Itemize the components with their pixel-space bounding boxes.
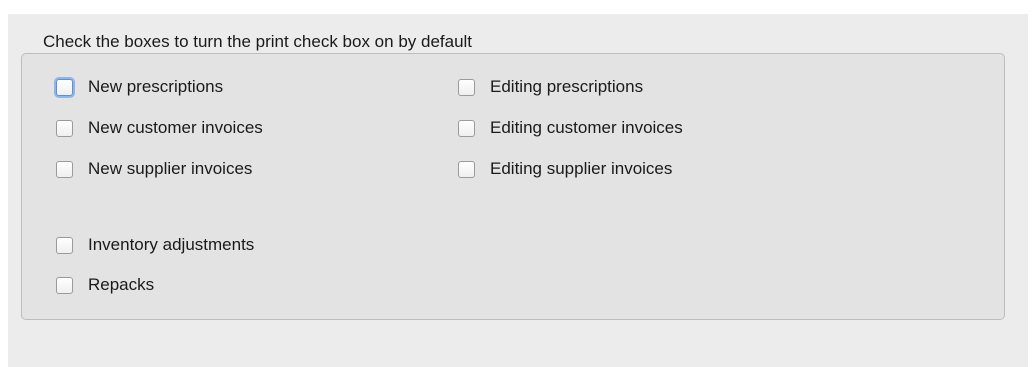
checkbox-label: Editing customer invoices: [490, 118, 683, 137]
checkbox-label: Editing prescriptions: [490, 77, 644, 96]
checkbox-box[interactable]: [458, 160, 475, 178]
checkbox-box[interactable]: [458, 119, 475, 137]
checkbox-new-supplier-invoices[interactable]: New supplier invoices: [56, 157, 252, 181]
checkbox-box[interactable]: [56, 160, 73, 178]
checkbox-label: New customer invoices: [88, 118, 263, 137]
checkbox-editing-prescriptions[interactable]: Editing prescriptions: [458, 75, 643, 99]
checkbox-inventory-adjustments[interactable]: Inventory adjustments: [56, 233, 254, 257]
checkbox-box[interactable]: [56, 119, 73, 137]
group-title: Check the boxes to turn the print check …: [43, 32, 473, 51]
checkbox-repacks[interactable]: Repacks: [56, 273, 154, 297]
checkbox-editing-customer-invoices[interactable]: Editing customer invoices: [458, 116, 683, 140]
checkbox-label: New prescriptions: [88, 77, 224, 96]
checkbox-box[interactable]: [56, 276, 73, 294]
checkbox-label: Inventory adjustments: [88, 235, 255, 254]
checkbox-editing-supplier-invoices[interactable]: Editing supplier invoices: [458, 157, 672, 181]
checkbox-label: New supplier invoices: [88, 159, 253, 178]
checkbox-box[interactable]: [458, 78, 475, 96]
checkbox-box[interactable]: [56, 78, 73, 96]
checkbox-box[interactable]: [56, 236, 73, 254]
checkbox-label: Repacks: [88, 275, 155, 294]
checkbox-new-prescriptions[interactable]: New prescriptions: [56, 75, 223, 99]
checkbox-new-customer-invoices[interactable]: New customer invoices: [56, 116, 263, 140]
checkbox-label: Editing supplier invoices: [490, 159, 673, 178]
